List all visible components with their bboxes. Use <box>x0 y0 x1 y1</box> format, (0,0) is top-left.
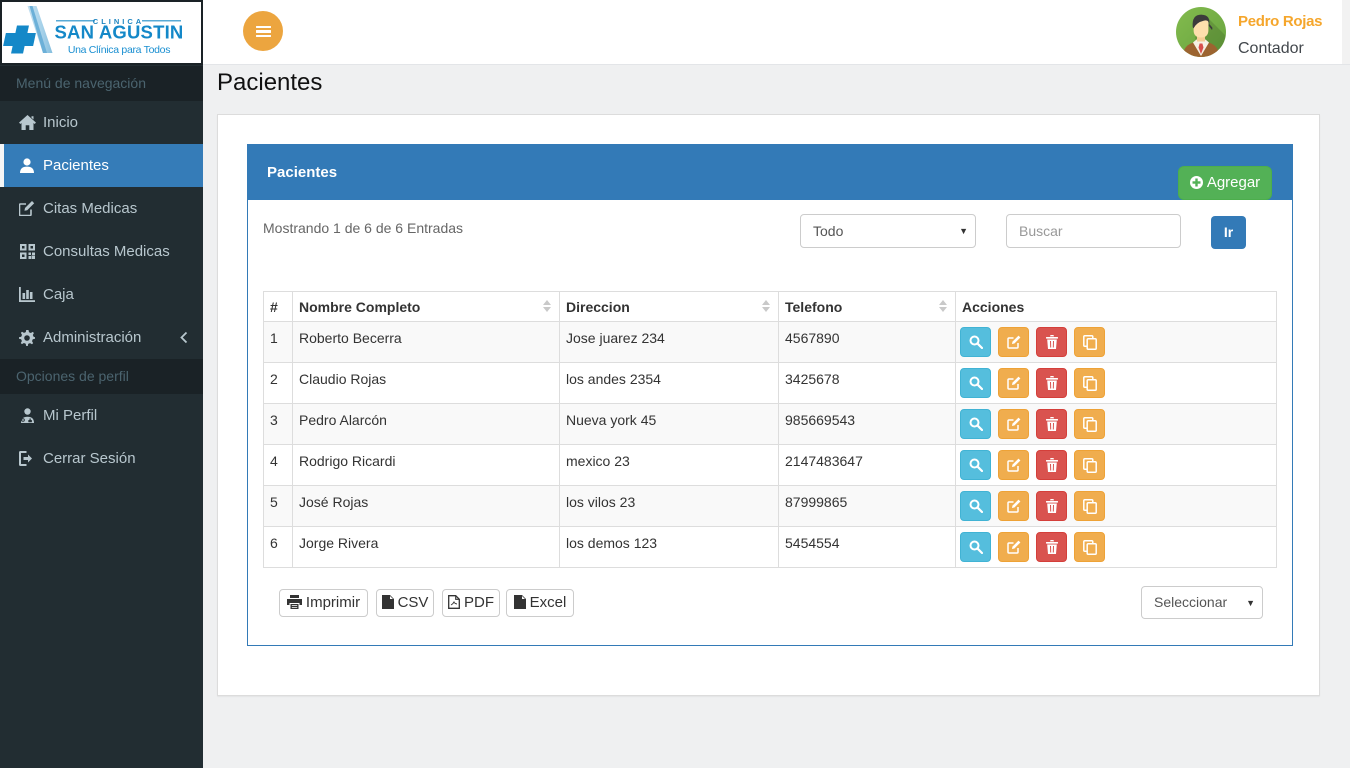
svg-text:Una Clínica para Todos: Una Clínica para Todos <box>68 44 170 56</box>
svg-text:SAN AGUSTIN: SAN AGUSTIN <box>55 22 184 43</box>
